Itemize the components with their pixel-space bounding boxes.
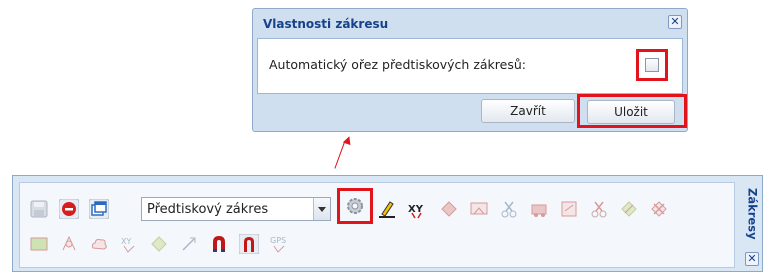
layer-select[interactable]: Předtiskový zákres [141, 197, 331, 221]
save-button-highlight: Uložit [577, 94, 687, 128]
windows-icon[interactable] [88, 198, 110, 220]
xy-coordinates-label: XY [121, 237, 131, 246]
close-icon[interactable]: ✕ [745, 252, 759, 266]
rotate-area-icon[interactable] [558, 198, 580, 220]
panel-title: Zákresy [745, 188, 760, 240]
cloud-icon[interactable] [88, 233, 110, 255]
vertex-icon[interactable] [58, 233, 80, 255]
dialog-body: Automatický ořez předtiskových zákresů: [257, 38, 683, 94]
magnet-end-icon[interactable] [238, 233, 260, 255]
settings-highlight [337, 188, 373, 224]
merge-icon[interactable] [618, 198, 640, 220]
scissors-icon[interactable] [498, 198, 520, 220]
xy-coordinates-icon[interactable]: XY [118, 233, 140, 255]
auto-crop-label: Automatický ořez předtiskových zákresů: [269, 57, 526, 72]
select-area-icon[interactable] [468, 198, 490, 220]
checkbox-highlight [636, 49, 668, 81]
parcel-icon[interactable] [28, 233, 50, 255]
close-button[interactable]: Zavřít [481, 99, 575, 123]
magnet-icon[interactable] [208, 233, 230, 255]
close-icon[interactable]: ✕ [668, 15, 682, 29]
xy-snap-icon[interactable]: XY [406, 198, 428, 220]
chevron-down-icon[interactable] [313, 198, 330, 220]
pointer-arrow [334, 142, 345, 169]
properties-dialog: Vlastnosti zákresu ✕ Automatický ořez př… [252, 8, 688, 132]
settings-gear-icon[interactable] [344, 195, 366, 217]
auto-crop-checkbox[interactable] [645, 58, 659, 72]
draw-polygon-icon[interactable] [438, 198, 460, 220]
line-arrow-icon[interactable] [178, 233, 200, 255]
gps-label: GPS [270, 236, 286, 245]
save-icon[interactable] [28, 198, 50, 220]
panel-side-tab[interactable]: Zákresy [743, 176, 762, 252]
split-icon[interactable] [588, 198, 610, 220]
move-icon[interactable] [528, 198, 550, 220]
layer-select-value: Předtiskový zákres [147, 202, 269, 217]
drawing-panel: Předtiskový zákres XY XY GPS Zákresy ✕ [12, 175, 763, 272]
remove-icon[interactable] [648, 198, 670, 220]
delete-icon[interactable] [58, 198, 80, 220]
gps-icon[interactable]: GPS [268, 233, 290, 255]
dialog-title: Vlastnosti zákresu [263, 17, 389, 31]
edit-pencil-icon[interactable] [376, 198, 398, 220]
toolbar: Předtiskový zákres XY XY GPS [19, 182, 735, 268]
shape-icon[interactable] [148, 233, 170, 255]
save-button[interactable]: Uložit [587, 100, 675, 124]
